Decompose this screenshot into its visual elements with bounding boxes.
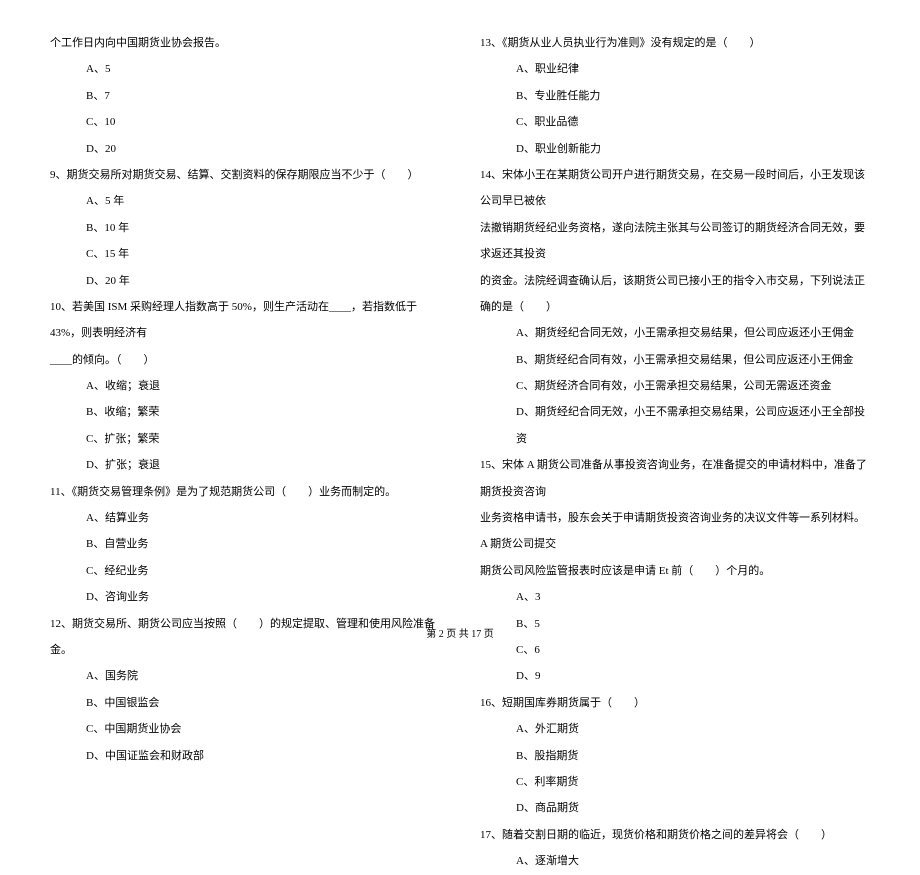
left-column: 个工作日内向中国期货业协会报告。 A、5 B、7 C、10 D、20 9、期货交… — [50, 30, 440, 610]
q13-option-c: C、职业品德 — [480, 109, 870, 135]
q13-text: 13、《期货从业人员执业行为准则》没有规定的是（ ） — [480, 30, 870, 56]
q15-option-a: A、3 — [480, 584, 870, 610]
q15-line2: 业务资格申请书，股东会关于申请期货投资咨询业务的决议文件等一系列材料。A 期货公… — [480, 505, 870, 558]
q16-option-a: A、外汇期货 — [480, 716, 870, 742]
q8-option-b: B、7 — [50, 83, 440, 109]
page-footer: 第 2 页 共 17 页 — [0, 625, 920, 640]
q10-option-b: B、收缩；繁荣 — [50, 399, 440, 425]
q9-option-a: A、5 年 — [50, 188, 440, 214]
q10-option-c: C、扩张；繁荣 — [50, 426, 440, 452]
q9-option-b: B、10 年 — [50, 215, 440, 241]
q14-line3: 的资金。法院经调查确认后，该期货公司已接小王的指令入市交易，下列说法正确的是（ … — [480, 268, 870, 321]
q16-option-c: C、利率期货 — [480, 769, 870, 795]
q15-line3: 期货公司风险监管报表时应该是申请 Et 前（ ）个月的。 — [480, 558, 870, 584]
q16-text: 16、短期国库券期货属于（ ） — [480, 690, 870, 716]
q8-option-a: A、5 — [50, 56, 440, 82]
right-column: 13、《期货从业人员执业行为准则》没有规定的是（ ） A、职业纪律 B、专业胜任… — [480, 30, 870, 610]
q11-text: 11、《期货交易管理条例》是为了规范期货公司（ ）业务而制定的。 — [50, 479, 440, 505]
q16-option-d: D、商品期货 — [480, 795, 870, 821]
q10-option-d: D、扩张；衰退 — [50, 452, 440, 478]
q10-trailing-text: ____的倾向。（ ） — [50, 347, 440, 373]
q14-text: 14、宋体小王在某期货公司开户进行期货交易，在交易一段时间后，小王发现该公司早已… — [480, 162, 870, 215]
q12-option-a: A、国务院 — [50, 663, 440, 689]
q12-option-d: D、中国证监会和财政部 — [50, 743, 440, 769]
q8-option-c: C、10 — [50, 109, 440, 135]
q17-option-a: A、逐渐增大 — [480, 848, 870, 874]
q11-option-a: A、结算业务 — [50, 505, 440, 531]
q14-line2: 法撤销期货经纪业务资格，遂向法院主张其与公司签订的期货经济合同无效，要求返还其投… — [480, 215, 870, 268]
q8-trailing-text: 个工作日内向中国期货业协会报告。 — [50, 30, 440, 56]
q17-text: 17、随着交割日期的临近，现货价格和期货价格之间的差异将会（ ） — [480, 822, 870, 848]
q13-option-b: B、专业胜任能力 — [480, 83, 870, 109]
q10-text: 10、若美国 ISM 采购经理人指数高于 50%，则生产活动在____，若指数低… — [50, 294, 440, 347]
q12-option-b: B、中国银监会 — [50, 690, 440, 716]
q9-option-d: D、20 年 — [50, 268, 440, 294]
q14-option-c: C、期货经济合同有效，小王需承担交易结果，公司无需返还资金 — [480, 373, 870, 399]
q11-option-d: D、咨询业务 — [50, 584, 440, 610]
q9-text: 9、期货交易所对期货交易、结算、交割资料的保存期限应当不少于（ ） — [50, 162, 440, 188]
q10-option-a: A、收缩；衰退 — [50, 373, 440, 399]
q13-option-d: D、职业创新能力 — [480, 136, 870, 162]
q15-option-d: D、9 — [480, 663, 870, 689]
q11-option-b: B、自营业务 — [50, 531, 440, 557]
q15-option-c: C、6 — [480, 637, 870, 663]
q14-option-d: D、期货经纪合同无效，小王不需承担交易结果，公司应返还小王全部投资 — [480, 399, 870, 452]
q11-option-c: C、经纪业务 — [50, 558, 440, 584]
q12-option-c: C、中国期货业协会 — [50, 716, 440, 742]
q15-text: 15、宋体 A 期货公司准备从事投资咨询业务，在准备提交的申请材料中，准备了期货… — [480, 452, 870, 505]
q13-option-a: A、职业纪律 — [480, 56, 870, 82]
q14-option-a: A、期货经纪合同无效，小王需承担交易结果，但公司应返还小王佣金 — [480, 320, 870, 346]
q16-option-b: B、股指期货 — [480, 743, 870, 769]
q9-option-c: C、15 年 — [50, 241, 440, 267]
q8-option-d: D、20 — [50, 136, 440, 162]
q14-option-b: B、期货经纪合同有效，小王需承担交易结果，但公司应返还小王佣金 — [480, 347, 870, 373]
